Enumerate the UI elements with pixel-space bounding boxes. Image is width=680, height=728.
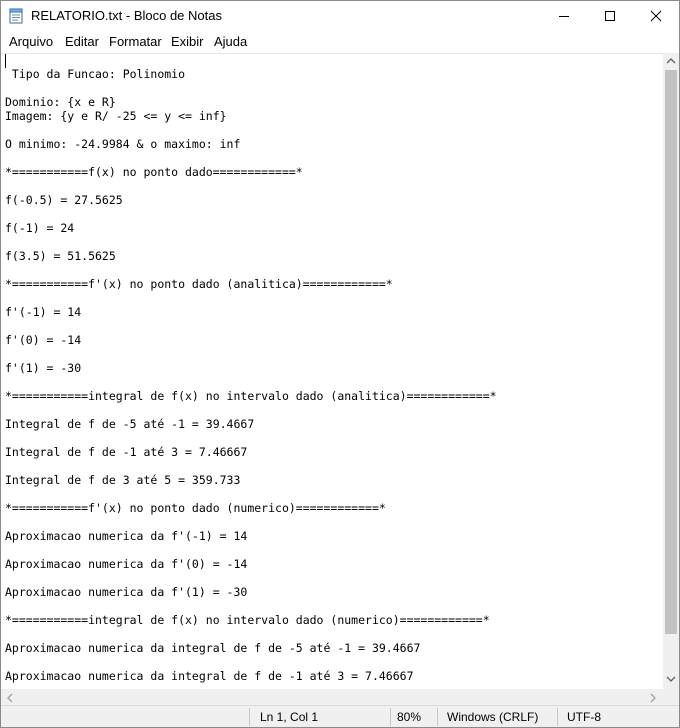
text-line: Aproximacao numerica da f'(-1) = 14 [5, 529, 248, 543]
text-line: Integral de f de 3 até 5 = 359.733 [5, 473, 241, 487]
text-line: *===========f(x) no ponto dado==========… [5, 165, 303, 179]
text-line: *===========integral de f(x) no interval… [5, 389, 497, 403]
text-line: Dominio: {x e R} [5, 95, 116, 109]
status-divider [249, 708, 250, 726]
encoding: UTF-8 [567, 710, 601, 724]
text-line: f(-1) = 24 [5, 221, 75, 235]
minimize-button[interactable] [541, 1, 587, 31]
text-line: Integral de f de -5 até -1 = 39.4667 [5, 417, 255, 431]
text-line: *===========f'(x) no ponto dado (analiti… [5, 277, 393, 291]
text-caret [5, 54, 6, 68]
text-line: *===========f'(x) no ponto dado (numeric… [5, 501, 386, 515]
close-icon [650, 10, 662, 22]
maximize-icon [605, 11, 615, 21]
text-line: Aproximacao numerica da f'(1) = -30 [5, 585, 248, 599]
text-line: Aproximacao numerica da integral de f de… [5, 669, 414, 683]
status-divider [390, 708, 391, 726]
text-line: Imagem: {y e R/ -25 <= y <= inf} [5, 109, 227, 123]
scrollbar-corner [663, 689, 679, 705]
text-line: Integral de f de -1 até 3 = 7.46667 [5, 445, 248, 459]
maximize-button[interactable] [587, 1, 633, 31]
menu-arquivo[interactable]: Arquivo [9, 34, 53, 49]
text-line: f(3.5) = 51.5625 [5, 249, 116, 263]
minimize-icon [559, 16, 569, 17]
text-line: f'(1) = -30 [5, 361, 82, 375]
menu-ajuda[interactable]: Ajuda [214, 34, 247, 49]
status-divider [437, 708, 438, 726]
text-line: f'(0) = -14 [5, 333, 82, 347]
line-ending: Windows (CRLF) [447, 710, 539, 724]
text-line: *===========integral de f(x) no interval… [5, 613, 490, 627]
status-divider [557, 708, 558, 726]
text-editor[interactable]: Tipo da Funcao: Polinomio Dominio: {x e … [1, 53, 663, 690]
scroll-up-icon[interactable] [666, 57, 676, 65]
menu-exibir[interactable]: Exibir [171, 34, 204, 49]
text-line: Aproximacao numerica da integral de f de… [5, 641, 421, 655]
cursor-position: Ln 1, Col 1 [260, 710, 319, 724]
vertical-scrollbar[interactable] [663, 53, 679, 689]
horizontal-scrollbar[interactable] [1, 689, 663, 705]
menu-formatar[interactable]: Formatar [109, 34, 162, 49]
window-title: RELATORIO.txt - Bloco de Notas [31, 8, 222, 23]
close-button[interactable] [633, 1, 679, 31]
scroll-left-icon[interactable] [6, 693, 14, 703]
text-line: Aproximacao numerica da f'(0) = -14 [5, 557, 248, 571]
text-line: Tipo da Funcao: Polinomio [5, 67, 186, 81]
text-line: O minimo: -24.9984 & o maximo: inf [5, 137, 241, 151]
menu-bar: Arquivo Editar Formatar Exibir Ajuda [1, 31, 679, 53]
scroll-right-icon[interactable] [649, 693, 657, 703]
vertical-scroll-thumb[interactable] [665, 70, 677, 634]
scroll-down-icon[interactable] [666, 675, 676, 683]
text-line: f(-0.5) = 27.5625 [5, 193, 123, 207]
zoom-level: 80% [397, 710, 422, 724]
text-line: f'(-1) = 14 [5, 305, 82, 319]
notepad-icon [9, 8, 23, 24]
menu-editar[interactable]: Editar [65, 34, 99, 49]
status-bar: Ln 1, Col 1 80% Windows (CRLF) UTF-8 [1, 705, 679, 727]
notepad-window: RELATORIO.txt - Bloco de Notas Arquivo E… [0, 0, 680, 728]
title-bar[interactable]: RELATORIO.txt - Bloco de Notas [1, 1, 679, 31]
